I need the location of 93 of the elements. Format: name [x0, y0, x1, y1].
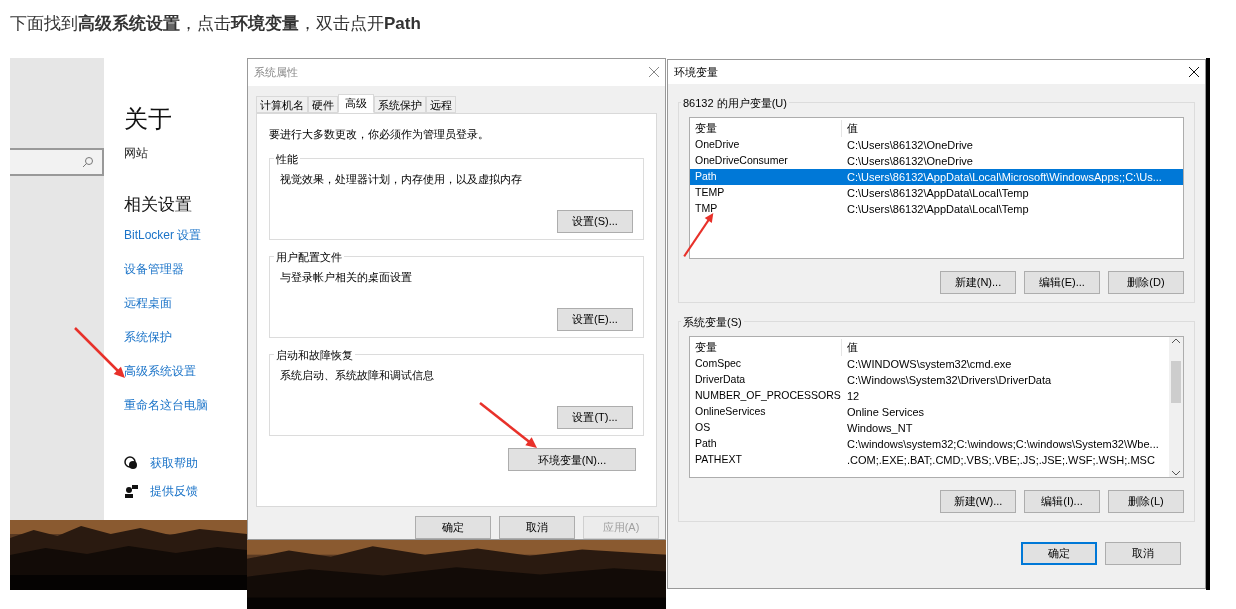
group-title: 启动和故障恢复	[274, 347, 355, 364]
group-title: 性能	[274, 151, 300, 168]
variable-value: C:\Windows\System32\Drivers\DriverData	[846, 372, 1052, 388]
variable-value: C:\windows\system32;C:\windows;C:\windows\System32\Wbe...	[846, 436, 1159, 452]
dialog-button[interactable]: 取消	[499, 516, 575, 539]
window-title: 系统属性	[254, 65, 298, 81]
group-description: 与登录帐户相关的桌面设置	[280, 270, 413, 286]
variable-row[interactable]: TEMP C:\Users\86132\AppData\Local\Temp	[690, 185, 1183, 201]
settings-link[interactable]: BitLocker 设置	[124, 225, 247, 244]
admin-notice: 要进行大多数更改，你必须作为管理员登录。	[269, 126, 490, 142]
variable-name: OS	[694, 420, 712, 436]
annotation-arrow	[479, 402, 537, 448]
dialog-button[interactable]: 编辑(E)...	[1024, 271, 1100, 294]
variable-name: OneDriveConsumer	[694, 153, 789, 169]
scrollbar[interactable]	[1169, 337, 1183, 477]
variable-value: Windows_NT	[846, 420, 913, 436]
variable-value: Online Services	[846, 404, 925, 420]
page-title: 关于	[124, 104, 173, 134]
help-link[interactable]: 获取帮助	[150, 453, 198, 472]
tab[interactable]: 远程	[426, 95, 456, 113]
dialog-button[interactable]: 删除(L)	[1108, 490, 1184, 513]
variable-value: .COM;.EXE;.BAT;.CMD;.VBS;.VBE;.JS;.JSE;.WSF;.WSH;.MSC	[846, 452, 1155, 468]
settings-link[interactable]: 重命名这台电脑	[124, 395, 247, 414]
column-header: 变量	[690, 339, 842, 356]
search-icon	[82, 156, 94, 168]
group-title: 系统变量(S)	[681, 314, 744, 331]
dialog-button[interactable]: 编辑(I)...	[1024, 490, 1100, 513]
settings-link[interactable]: 设备管理器	[124, 259, 247, 278]
window-title: 环境变量	[674, 64, 718, 80]
variable-value: C:\Users\86132\OneDrive	[846, 153, 973, 169]
chevron-up-icon[interactable]	[1172, 338, 1180, 344]
variable-row[interactable]: ComSpec C:\WINDOWS\system32\cmd.exe	[690, 356, 1169, 372]
help-link[interactable]: 提供反馈	[150, 481, 198, 500]
dialog-button[interactable]: 新建(W)...	[940, 490, 1016, 513]
settings-link[interactable]: 高级系统设置	[124, 361, 247, 380]
dialog-button[interactable]: 设置(E)...	[557, 307, 633, 331]
dialog-button[interactable]: 新建(N)...	[940, 271, 1016, 294]
tab[interactable]: 系统保护	[374, 95, 426, 113]
variable-row[interactable]: Path C:\windows\system32;C:\windows;C:\windows\System32\Wbe...	[690, 436, 1169, 452]
variable-row[interactable]: DriverData C:\Windows\System32\Drivers\DriverData	[690, 372, 1169, 388]
settings-link[interactable]: 系统保护	[124, 327, 247, 346]
variable-row[interactable]: NUMBER_OF_PROCESSORS 12	[690, 388, 1169, 404]
column-header: 值	[846, 340, 858, 356]
section-title: 相关设置	[124, 194, 193, 216]
search-field[interactable]	[10, 148, 104, 176]
site-label: 网站	[124, 145, 149, 162]
dialog-button[interactable]: 确定	[1021, 542, 1097, 565]
group-title: 用户配置文件	[274, 249, 344, 266]
variable-value: C:\WINDOWS\system32\cmd.exe	[846, 356, 1012, 372]
variable-name: PATHEXT	[694, 452, 743, 468]
dialog-button[interactable]: 环境变量(N)...	[508, 448, 636, 472]
variable-row[interactable]: OS Windows_NT	[690, 420, 1169, 436]
variable-value: C:\Users\86132\AppData\Local\Temp	[846, 185, 1029, 201]
tab[interactable]: 硬件	[308, 95, 338, 113]
variable-value: C:\Users\86132\AppData\Local\Temp	[846, 201, 1029, 217]
column-header: 值	[846, 121, 858, 137]
dialog-button[interactable]: 删除(D)	[1108, 271, 1184, 294]
variable-value: C:\Users\86132\AppData\Local\Microsoft\WindowsApps;;C:\Us...	[846, 169, 1162, 185]
dialog-button[interactable]: 设置(T)...	[557, 405, 633, 429]
variable-name: TEMP	[694, 185, 726, 201]
variable-row[interactable]: OneDriveConsumer C:\Users\86132\OneDrive	[690, 153, 1183, 169]
variable-name: Path	[694, 169, 718, 185]
variable-value: 12	[846, 388, 860, 404]
group-description: 视觉效果，处理器计划，内存使用，以及虚拟内存	[280, 172, 523, 188]
scrollbar-thumb[interactable]	[1171, 361, 1181, 403]
dialog-button[interactable]: 取消	[1105, 542, 1181, 565]
variable-row[interactable]: TMP C:\Users\86132\AppData\Local\Temp	[690, 201, 1183, 217]
variable-name: DriverData	[694, 372, 747, 388]
variable-row[interactable]: OneDrive C:\Users\86132\OneDrive	[690, 137, 1183, 153]
variable-name: OnlineServices	[694, 404, 767, 420]
annotation-arrow	[683, 213, 714, 257]
dialog-button[interactable]: 设置(S)...	[557, 209, 633, 233]
tab[interactable]: 计算机名	[256, 95, 308, 113]
close-icon[interactable]	[1189, 67, 1199, 77]
variable-name: TMP	[694, 201, 719, 217]
variable-row[interactable]: Path C:\Users\86132\AppData\Local\Microsoft\WindowsApps;;C:\Us...	[690, 169, 1183, 185]
variable-name: ComSpec	[694, 356, 743, 372]
settings-link[interactable]: 远程桌面	[124, 293, 247, 312]
instruction-text: 下面找到高级系统设置，点击环境变量，双击点开Path	[10, 13, 421, 36]
variable-row[interactable]: PATHEXT .COM;.EXE;.BAT;.CMD;.VBS;.VBE;.JS;.JSE;.WSF;.WSH;.MSC	[690, 452, 1169, 468]
variable-name: OneDrive	[694, 137, 741, 153]
column-header: 变量	[690, 120, 842, 137]
tab[interactable]: 高级	[338, 93, 374, 113]
variable-value: C:\Users\86132\OneDrive	[846, 137, 973, 153]
variable-name: Path	[694, 436, 718, 452]
variable-name: NUMBER_OF_PROCESSORS	[694, 388, 842, 404]
annotation-arrow	[74, 327, 125, 378]
dialog-button[interactable]: 确定	[415, 516, 491, 539]
chat-question-icon	[124, 455, 138, 470]
group-description: 系统启动、系统故障和调试信息	[280, 368, 435, 384]
chevron-down-icon[interactable]	[1172, 470, 1180, 476]
variable-row[interactable]: OnlineServices Online Services	[690, 404, 1169, 420]
group-title: 86132 的用户变量(U)	[681, 95, 789, 112]
